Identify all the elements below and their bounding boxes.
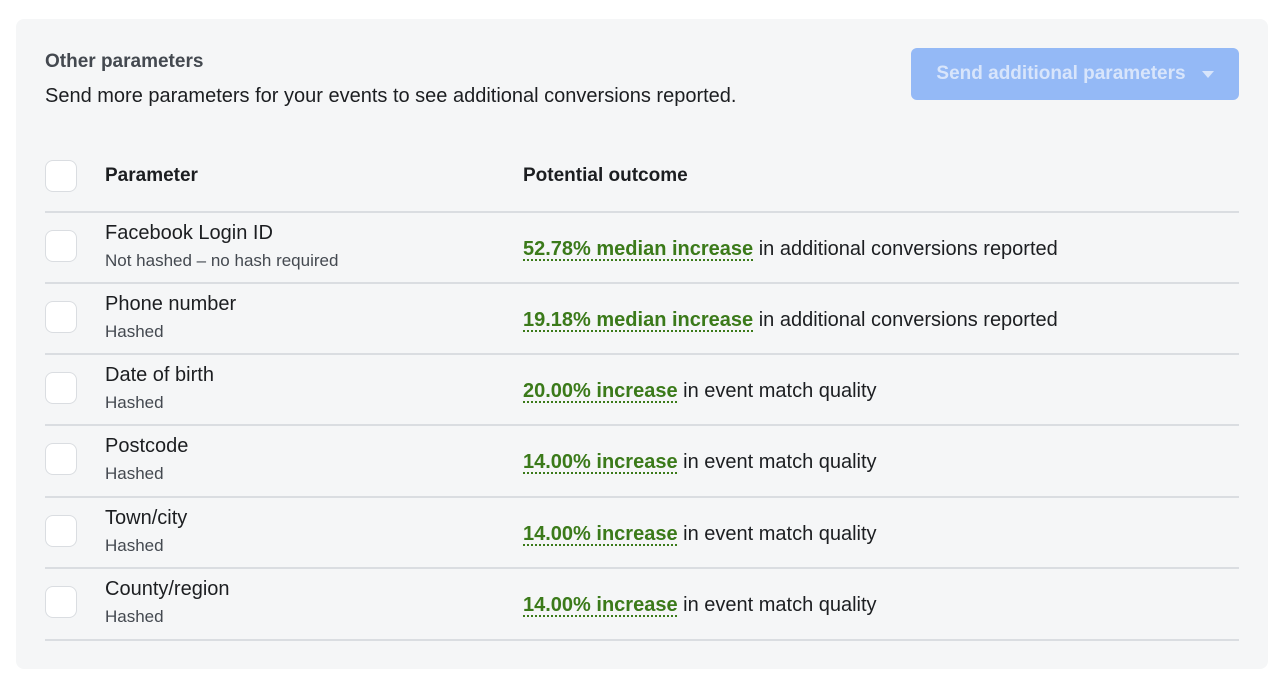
outcome-highlight-link[interactable]: 20.00% increase [523,380,678,402]
outcome-text: in event match quality [677,451,877,473]
outcome-text: in additional conversions reported [753,309,1058,331]
section-subtitle: Send more parameters for your events to … [45,85,737,107]
potential-outcome: 19.18% median increase in additional con… [523,309,1058,332]
row-checkbox[interactable] [45,515,77,547]
outcome-text: in additional conversions reported [753,238,1058,260]
parameter-hash-status: Hashed [105,393,164,412]
parameter-name: Phone number [105,293,237,315]
select-all-checkbox[interactable] [45,160,77,192]
outcome-highlight-link[interactable]: 14.00% increase [523,451,678,473]
row-checkbox[interactable] [45,443,77,475]
outcome-text: in event match quality [677,594,877,616]
column-header-outcome: Potential outcome [523,165,688,186]
parameter-name: Postcode [105,435,189,457]
row-checkbox[interactable] [45,372,77,404]
table-row: Facebook Login ID Not hashed – no hash r… [45,211,1239,282]
row-checkbox[interactable] [45,230,77,262]
table-row: Postcode Hashed 14.00% increase in event… [45,424,1239,495]
table-bottom-divider [45,639,1239,641]
outcome-highlight-link[interactable]: 52.78% median increase [523,238,753,260]
row-checkbox[interactable] [45,301,77,333]
parameter-name: Date of birth [105,364,214,386]
send-additional-parameters-button[interactable]: Send additional parameters [911,48,1239,100]
parameter-name: County/region [105,578,230,600]
potential-outcome: 14.00% increase in event match quality [523,523,877,546]
parameter-hash-status: Not hashed – no hash required [105,251,339,270]
outcome-highlight-link[interactable]: 14.00% increase [523,523,678,545]
parameter-hash-status: Hashed [105,464,164,483]
table-row: Town/city Hashed 14.00% increase in even… [45,496,1239,567]
outcome-text: in event match quality [677,523,877,545]
caret-down-icon [1201,70,1214,78]
potential-outcome: 52.78% median increase in additional con… [523,238,1058,261]
outcome-text: in event match quality [677,380,877,402]
other-parameters-card: Other parameters Send more parameters fo… [16,19,1268,669]
outcome-highlight-link[interactable]: 19.18% median increase [523,309,753,331]
potential-outcome: 14.00% increase in event match quality [523,451,877,474]
parameter-hash-status: Hashed [105,322,164,341]
column-header-parameter: Parameter [105,165,198,186]
row-checkbox[interactable] [45,586,77,618]
parameter-hash-status: Hashed [105,607,164,626]
parameter-name: Town/city [105,507,188,529]
table-row: Date of birth Hashed 20.00% increase in … [45,353,1239,424]
parameter-hash-status: Hashed [105,536,164,555]
section-title: Other parameters [45,51,204,72]
parameter-name: Facebook Login ID [105,222,273,244]
potential-outcome: 20.00% increase in event match quality [523,380,877,403]
table-row: Phone number Hashed 19.18% median increa… [45,282,1239,353]
potential-outcome: 14.00% increase in event match quality [523,594,877,617]
send-button-label: Send additional parameters [936,63,1186,84]
table-row: County/region Hashed 14.00% increase in … [45,567,1239,638]
outcome-highlight-link[interactable]: 14.00% increase [523,594,678,616]
